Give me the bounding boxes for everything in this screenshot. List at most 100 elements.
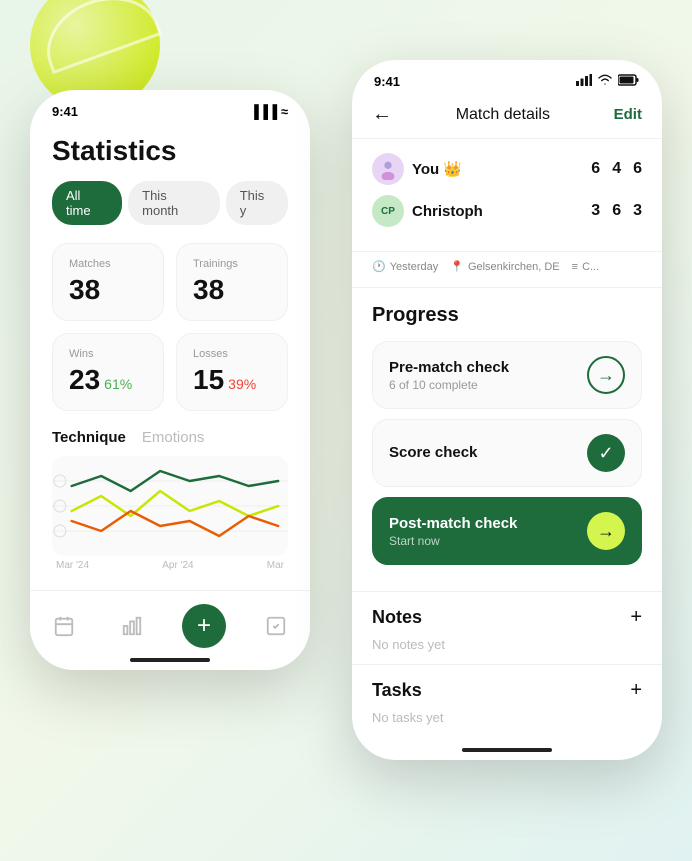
nav-calendar-icon[interactable] [46,608,82,644]
right-phone: 9:41 ← Match details Edit You 👑 [352,60,662,760]
chart-area [52,456,288,556]
left-status-bar: 9:41 ▐▐▐ ≈ [30,90,310,127]
notes-title: Notes [372,607,422,628]
progress-card-postmatch[interactable]: Post-match check Start now → [372,497,642,565]
filter-tab-thisyear[interactable]: This y [226,181,288,225]
score-you-set3: 6 [633,160,642,178]
crown-icon: 👑 [443,161,462,178]
edit-button[interactable]: Edit [614,106,642,123]
notes-add-button[interactable]: + [630,606,642,629]
stat-losses-value: 1539% [193,364,271,396]
score-check-title: Score check [389,444,477,461]
home-indicator-right [462,748,552,752]
right-time: 9:41 [374,74,400,89]
chart-section: Technique Emotions [52,429,288,571]
stat-wins-percent: 61% [104,376,132,392]
meta-extra: ≡ C... [572,260,600,273]
chart-tab-emotions[interactable]: Emotions [142,429,205,446]
back-button[interactable]: ← [372,103,392,126]
postmatch-sub: Start now [389,534,517,548]
postmatch-btn[interactable]: → [587,512,625,550]
left-phone: 9:41 ▐▐▐ ≈ Statistics All time This mont… [30,90,310,670]
left-signal: ▐▐▐ ≈ [250,104,288,119]
player-you-avatar [372,153,404,185]
stat-matches-value: 38 [69,274,147,306]
header-title: Match details [456,106,550,124]
stat-losses-percent: 39% [228,376,256,392]
score-christoph-set3: 3 [633,202,642,220]
chart-svg [52,456,288,556]
stat-losses-label: Losses [193,348,271,360]
progress-title: Progress [372,304,642,327]
score-check-btn[interactable]: ✓ [587,434,625,472]
header-bar: ← Match details Edit [352,97,662,139]
postmatch-card-left: Post-match check Start now [389,515,517,548]
prematch-btn[interactable]: → [587,356,625,394]
right-wifi-icon [597,74,613,89]
notes-empty: No notes yet [352,635,662,664]
stat-matches: Matches 38 [52,243,164,321]
chart-labels: Mar '24 Apr '24 Mar [52,556,288,571]
location-icon: 📍 [450,260,464,273]
stat-wins-value: 2361% [69,364,147,396]
score-you-set2: 4 [612,160,621,178]
filter-tab-alltime[interactable]: All time [52,181,122,225]
stat-wins-label: Wins [69,348,147,360]
home-indicator-left [130,658,210,662]
player-you-name: You 👑 [412,160,591,178]
right-battery-icon [618,74,640,89]
stat-trainings: Trainings 38 [176,243,288,321]
tasks-section-header: Tasks + [352,664,662,708]
nav-tasks-icon[interactable] [258,608,294,644]
chart-label-mar24: Mar '24 [56,560,89,571]
chart-tabs: Technique Emotions [52,429,288,446]
stat-losses: Losses 1539% [176,333,288,411]
progress-card-score[interactable]: Score check ✓ [372,419,642,487]
player-christoph-name: Christoph [412,203,591,220]
tasks-title: Tasks [372,680,422,701]
player-christoph-scores: 3 6 3 [591,202,642,220]
progress-section: Progress Pre-match check 6 of 10 complet… [352,288,662,591]
player-row-christoph: CP Christoph 3 6 3 [372,195,642,227]
stat-trainings-value: 38 [193,274,271,306]
chart-tab-technique[interactable]: Technique [52,429,126,446]
filter-tabs: All time This month This y [52,181,288,225]
chart-label-apr24: Apr '24 [162,560,193,571]
stat-matches-label: Matches [69,258,147,270]
clock-icon: 🕐 [372,260,386,273]
nav-add-button[interactable]: + [182,604,226,648]
chart-label-mar: Mar [267,560,284,571]
score-christoph-set2: 6 [612,202,621,220]
meta-location: 📍 Gelsenkirchen, DE [450,260,559,273]
postmatch-title: Post-match check [389,515,517,532]
match-meta: 🕐 Yesterday 📍 Gelsenkirchen, DE ≡ C... [352,252,662,288]
meta-location-text: Gelsenkirchen, DE [468,261,560,273]
score-you-set1: 6 [591,160,600,178]
prematch-card-left: Pre-match check 6 of 10 complete [389,359,509,392]
score-card-left: Score check [389,444,477,463]
filter-tab-thismonth[interactable]: This month [128,181,220,225]
left-time: 9:41 [52,104,78,119]
meta-date: 🕐 Yesterday [372,260,438,273]
meta-date-text: Yesterday [390,261,439,273]
tasks-add-button[interactable]: + [630,679,642,702]
player-christoph-avatar: CP [372,195,404,227]
score-christoph-set1: 3 [591,202,600,220]
match-players: You 👑 6 4 6 CP Christoph 3 6 3 [352,139,662,252]
player-row-you: You 👑 6 4 6 [372,153,642,185]
meta-extra-text: C... [582,261,599,273]
prematch-title: Pre-match check [389,359,509,376]
prematch-sub: 6 of 10 complete [389,378,509,392]
progress-card-prematch[interactable]: Pre-match check 6 of 10 complete → [372,341,642,409]
stat-wins: Wins 2361% [52,333,164,411]
right-status-icons [576,74,640,89]
tasks-empty: No tasks yet [352,708,662,737]
stats-grid: Matches 38 Trainings 38 Wins 2361% Losse… [52,243,288,411]
right-signal-icon [576,74,592,89]
right-status-bar: 9:41 [352,60,662,97]
nav-stats-icon[interactable] [114,608,150,644]
player-you-scores: 6 4 6 [591,160,642,178]
notes-section-header: Notes + [352,591,662,635]
list-icon: ≡ [572,261,578,273]
statistics-title: Statistics [52,135,288,167]
